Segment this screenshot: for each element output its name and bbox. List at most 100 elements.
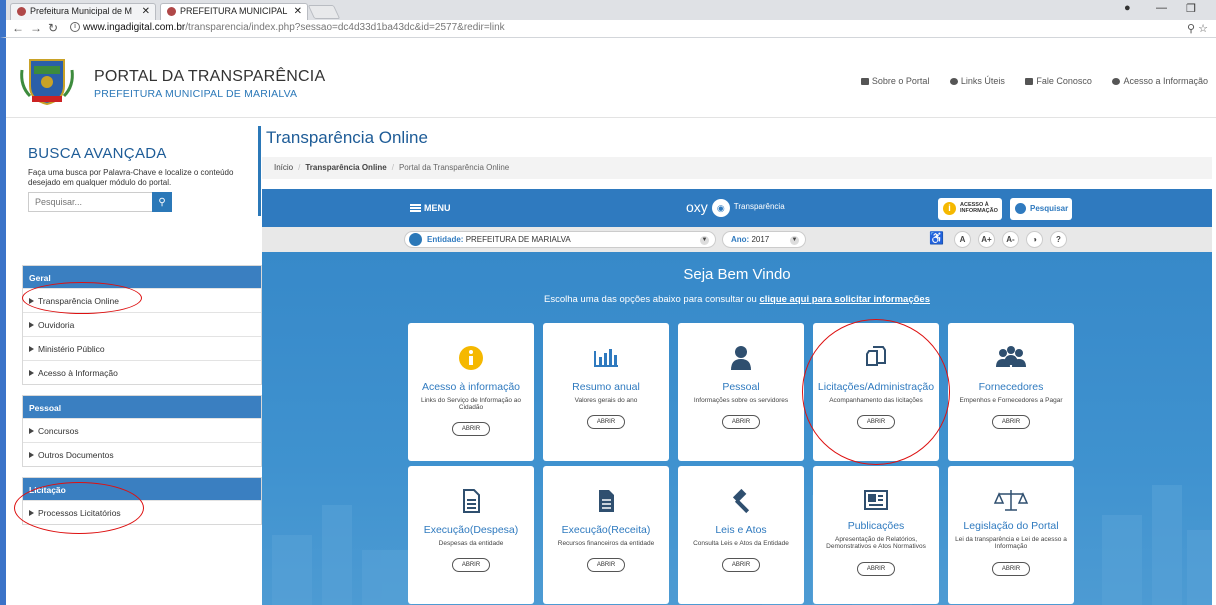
card-fornecedores[interactable]: Fornecedores Empenhos e Fornecedores a P…	[948, 323, 1074, 461]
menu-label: MENU	[424, 203, 451, 213]
card-legislacao-portal[interactable]: Legislação do Portal Lei da transparênci…	[948, 466, 1074, 604]
link-fale-conosco[interactable]: Fale Conosco	[1025, 76, 1092, 86]
sidebar-item-ouvidoria[interactable]: Ouvidoria	[23, 312, 261, 336]
profile-icon[interactable]: ●	[1124, 2, 1131, 14]
back-icon[interactable]: ←	[12, 21, 24, 35]
breadcrumb-current: Portal da Transparência Online	[398, 163, 510, 172]
url-field[interactable]: i www.ingadigital.com.br/transparencia/in…	[70, 22, 505, 33]
font-normal-button[interactable]: A	[954, 231, 971, 248]
link-label: Links Úteis	[960, 76, 1005, 86]
abrir-button[interactable]: ABRIR	[722, 558, 760, 572]
caret-right-icon	[29, 510, 34, 516]
hamburger-icon	[410, 204, 421, 212]
card-acesso-informacao[interactable]: Acesso à informação Links do Serviço de …	[408, 323, 534, 461]
entidade-label: Entidade:	[427, 235, 464, 244]
abrir-button[interactable]: ABRIR	[587, 558, 625, 572]
sidebar-item-ministerio-publico[interactable]: Ministério Público	[23, 336, 261, 360]
card-description: Empenhos e Fornecedores a Pagar	[959, 397, 1063, 404]
card-title: Publicações	[847, 520, 905, 532]
card-resumo-anual[interactable]: Resumo anual Valores gerais do ano ABRIR	[543, 323, 669, 461]
oxy-symbol-icon: ◉	[711, 199, 730, 217]
user-icon	[731, 346, 751, 370]
card-title: Execução(Despesa)	[423, 524, 519, 536]
help-button[interactable]: ?	[1050, 231, 1067, 248]
button-label: ACESSO À INFORMAÇÃO	[960, 202, 998, 214]
acesso-informacao-button[interactable]: i ACESSO À INFORMAÇÃO	[938, 198, 1002, 220]
link-acesso-informacao[interactable]: Acesso a Informação	[1112, 76, 1208, 86]
abrir-button[interactable]: ABRIR	[722, 415, 760, 429]
contrast-icon: ◑	[1032, 235, 1037, 244]
gavel-icon	[732, 488, 750, 514]
caret-right-icon	[29, 346, 34, 352]
sidebar-item-processos-licitatorios[interactable]: Processos Licitatórios	[23, 500, 261, 524]
font-decrease-button[interactable]: A-	[1002, 231, 1019, 248]
menu-group-geral: Geral Transparência Online Ouvidoria Min…	[22, 265, 262, 385]
search-input[interactable]	[28, 192, 172, 212]
abrir-button[interactable]: ABRIR	[992, 562, 1030, 576]
address-bar: ← → ↻ i www.ingadigital.com.br/transparen…	[0, 20, 1216, 38]
ano-select[interactable]: Ano: 2017 ▼	[722, 231, 806, 248]
card-title: Execução(Receita)	[561, 524, 651, 536]
new-tab-button[interactable]	[307, 5, 341, 19]
abrir-button[interactable]: ABRIR	[587, 415, 625, 429]
link-links-uteis[interactable]: Links Úteis	[949, 76, 1005, 86]
crest-icon	[409, 233, 422, 246]
link-sobre-portal[interactable]: Sobre o Portal	[860, 76, 929, 86]
search-button[interactable]: ⚲	[152, 192, 172, 212]
card-description: Acompanhamento das licitações	[829, 397, 923, 404]
card-pessoal[interactable]: Pessoal Informações sobre os servidores …	[678, 323, 804, 461]
bar-chart-icon	[594, 349, 618, 367]
pesquisar-button[interactable]: Pesquisar	[1010, 198, 1072, 220]
browser-tab-1[interactable]: Prefeitura Municipal de M ✕	[10, 3, 156, 20]
card-execucao-despesa[interactable]: Execução(Despesa) Despesas da entidade A…	[408, 466, 534, 604]
breadcrumb-transparencia-online[interactable]: Transparência Online	[305, 163, 386, 172]
link-label: Fale Conosco	[1036, 76, 1092, 86]
contrast-button[interactable]: ◑	[1026, 231, 1043, 248]
busca-description: Faça uma busca por Palavra-Chave e local…	[28, 168, 234, 187]
oxy-brand: oxy	[686, 199, 708, 215]
link-label: Acesso a Informação	[1123, 76, 1208, 86]
caret-right-icon	[29, 322, 34, 328]
group-icon	[996, 346, 1026, 367]
card-licitacoes-administracao[interactable]: Licitações/Administração Acompanhamento …	[813, 323, 939, 461]
abrir-button[interactable]: ABRIR	[452, 422, 490, 436]
card-publicacoes[interactable]: Publicações Apresentação de Relatórios, …	[813, 466, 939, 604]
search-icon: ⚲	[158, 196, 166, 208]
caret-right-icon	[29, 452, 34, 458]
close-icon[interactable]: ✕	[142, 6, 150, 17]
restore-icon[interactable]: ❐	[1186, 2, 1196, 15]
close-icon[interactable]: ✕	[294, 6, 302, 17]
font-increase-button[interactable]: A+	[978, 231, 995, 248]
breadcrumb-inicio[interactable]: Início	[274, 163, 293, 172]
abrir-button[interactable]: ABRIR	[452, 558, 490, 572]
sidebar-item-label: Outros Documentos	[38, 450, 114, 460]
ano-label: Ano:	[731, 235, 750, 244]
sidebar-item-acesso-informacao[interactable]: Acesso à Informação	[23, 360, 261, 384]
minimize-icon[interactable]: —	[1156, 2, 1167, 14]
group-title: Licitação	[23, 478, 261, 500]
card-execucao-receita[interactable]: Execução(Receita) Recursos financeiros d…	[543, 466, 669, 604]
zoom-and-star-icons[interactable]: ⚲ ☆	[1187, 22, 1208, 35]
abrir-button[interactable]: ABRIR	[992, 415, 1030, 429]
card-leis-atos[interactable]: Leis e Atos Consulta Leis e Atos da Enti…	[678, 466, 804, 604]
menu-button[interactable]: MENU	[410, 203, 451, 213]
sidebar-item-concursos[interactable]: Concursos	[23, 418, 261, 442]
info-icon[interactable]: i	[70, 22, 80, 33]
breadcrumb-separator: /	[391, 163, 394, 172]
sidebar-item-transparencia-online[interactable]: Transparência Online	[23, 288, 261, 312]
abrir-button[interactable]: ABRIR	[857, 415, 895, 429]
card-description: Consulta Leis e Atos da Entidade	[693, 540, 789, 547]
solicitar-informacoes-link[interactable]: clique aqui para solicitar informações	[759, 294, 930, 305]
tab-title: PREFEITURA MUNICIPAL	[180, 6, 288, 16]
sidebar-divider	[258, 126, 261, 216]
accessibility-icon[interactable]: ♿	[928, 231, 945, 248]
browser-tab-2[interactable]: PREFEITURA MUNICIPAL ✕	[160, 3, 308, 20]
forward-icon[interactable]: →	[30, 21, 42, 35]
info-icon	[1112, 78, 1121, 85]
url-host: www.ingadigital.com.br	[83, 22, 186, 33]
abrir-button[interactable]: ABRIR	[857, 562, 895, 576]
entidade-select[interactable]: Entidade: PREFEITURA DE MARIALVA ▼	[404, 231, 716, 248]
document-filled-icon	[599, 490, 614, 512]
sidebar-item-outros-documentos[interactable]: Outros Documentos	[23, 442, 261, 466]
reload-icon[interactable]: ↻	[48, 21, 58, 35]
